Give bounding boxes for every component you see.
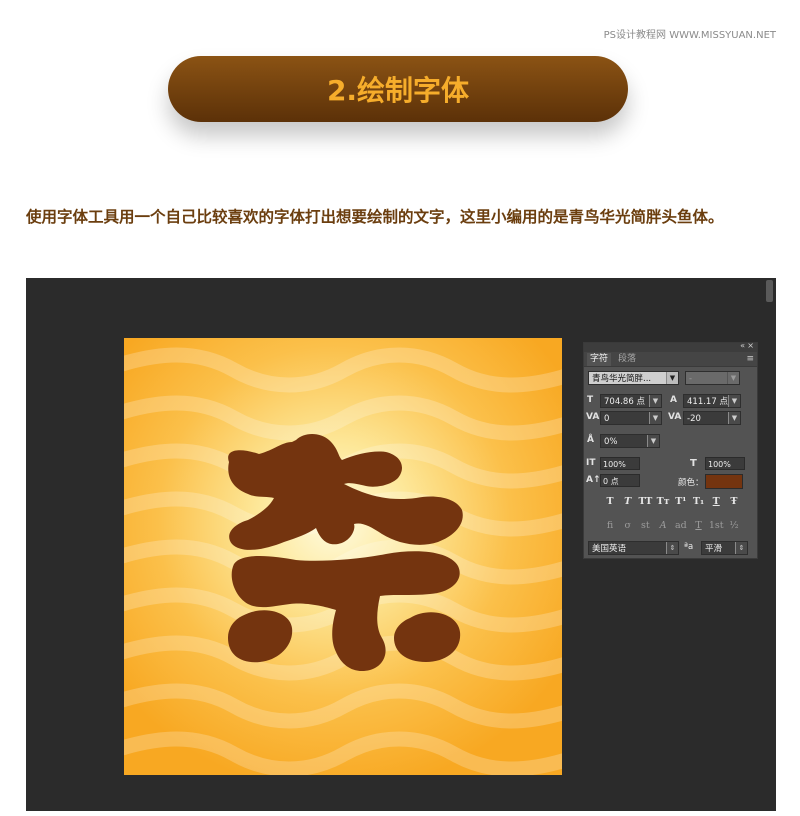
tab-character[interactable]: 字符	[587, 353, 612, 366]
font-family-value: 青鸟华光简胖...	[592, 374, 652, 384]
faux-bold-button[interactable]: T	[602, 496, 618, 507]
chevron-down-icon: ▼	[649, 395, 661, 407]
tsume-field[interactable]: 0% ▼	[600, 434, 660, 448]
ornaments-button[interactable]: T	[691, 520, 707, 531]
swash-button[interactable]: st	[637, 520, 653, 531]
fractions-button[interactable]: ½	[726, 520, 742, 531]
stylistic-alternates-button[interactable]: A	[655, 520, 671, 531]
kerning-value: 0	[604, 414, 610, 424]
kerning-field[interactable]: 0 ▼	[600, 411, 662, 425]
discretionary-ligatures-button[interactable]: σ	[620, 520, 636, 531]
tracking-field[interactable]: -20 ▼	[683, 411, 741, 425]
opentype-buttons: fi σ st A ad T 1st ½	[602, 520, 742, 531]
font-style-buttons: T T TT Tт T¹ T₁ T Ŧ	[602, 496, 742, 507]
tracking-value: -20	[687, 414, 701, 424]
character-panel: « × 字符 段落 ≡ 青鸟华光简胖... ▼ - ▼ T 704.86 点 ▼…	[583, 341, 758, 559]
language-value: 美国英语	[592, 544, 627, 554]
baseline-shift-field[interactable]: 0 点	[600, 474, 640, 487]
chevron-down-icon: ▼	[728, 412, 740, 424]
section-title: 2.绘制字体	[326, 74, 470, 107]
color-label: 颜色：	[678, 478, 704, 488]
language-select[interactable]: 美国英语 ⇕	[588, 541, 679, 555]
baseline-shift-icon: A↑	[586, 475, 601, 485]
ligatures-button[interactable]: fi	[602, 520, 618, 531]
kerning-icon: VA	[586, 412, 600, 422]
tsume-icon: Å	[587, 435, 594, 445]
close-icon[interactable]: ×	[747, 341, 754, 350]
tab-paragraph[interactable]: 段落	[615, 353, 639, 366]
antialias-icon: ªa	[684, 542, 694, 552]
font-style-select[interactable]: - ▼	[685, 371, 740, 385]
font-style-value: -	[689, 374, 693, 384]
chevron-down-icon: ▼	[647, 435, 659, 447]
horizontal-scale-field[interactable]: 100%	[705, 457, 745, 470]
tracking-icon: VA	[668, 412, 682, 422]
horizontal-scale-icon: T	[690, 458, 697, 469]
titling-alternates-button[interactable]: ad	[673, 520, 689, 531]
panel-titlebar: « ×	[584, 341, 757, 352]
panel-tabs: 字符 段落 ≡	[584, 352, 757, 367]
vertical-scale-field[interactable]: 100%	[600, 457, 640, 470]
double-chevron-icon[interactable]: «	[740, 341, 745, 350]
font-size-value: 704.86 点	[604, 397, 645, 407]
chevron-down-icon: ▼	[727, 372, 739, 384]
small-caps-button[interactable]: Tт	[655, 496, 671, 507]
ordinals-button[interactable]: 1st	[708, 520, 724, 531]
canvas-artwork	[124, 338, 562, 775]
all-caps-button[interactable]: TT	[637, 496, 653, 507]
watermark: PS设计教程网 WWW.MISSYUAN.NET	[603, 30, 776, 41]
leading-icon: A	[670, 395, 677, 405]
font-family-select[interactable]: 青鸟华光简胖... ▼	[588, 371, 679, 385]
chevron-down-icon: ▼	[728, 395, 740, 407]
text-color-swatch[interactable]	[705, 474, 743, 489]
subscript-button[interactable]: T₁	[691, 496, 707, 507]
chevron-down-icon: ▼	[649, 412, 661, 424]
faux-italic-button[interactable]: T	[620, 496, 636, 507]
section-header: 2.绘制字体	[168, 56, 628, 122]
superscript-button[interactable]: T¹	[673, 496, 689, 507]
vertical-scale-icon: IT	[586, 458, 596, 468]
font-size-icon: T	[587, 395, 594, 405]
leading-field[interactable]: 411.17 点 ▼	[683, 394, 741, 408]
font-size-field[interactable]: 704.86 点 ▼	[600, 394, 662, 408]
chevron-updown-icon: ⇕	[735, 542, 747, 554]
document-canvas[interactable]	[124, 338, 562, 775]
tsume-value: 0%	[604, 437, 618, 447]
antialias-value: 平滑	[705, 544, 723, 554]
intro-text: 使用字体工具用一个自己比较喜欢的字体打出想要绘制的文字，这里小编用的是青鸟华光简…	[26, 208, 724, 226]
chevron-down-icon: ▼	[666, 372, 678, 384]
workspace-scrollbar[interactable]	[766, 280, 773, 302]
leading-value: 411.17 点	[687, 397, 728, 407]
chevron-updown-icon: ⇕	[666, 542, 678, 554]
strikethrough-button[interactable]: Ŧ	[726, 496, 742, 507]
antialias-select[interactable]: 平滑 ⇕	[701, 541, 748, 555]
panel-menu-icon[interactable]: ≡	[746, 354, 754, 364]
underline-button[interactable]: T	[708, 496, 724, 507]
